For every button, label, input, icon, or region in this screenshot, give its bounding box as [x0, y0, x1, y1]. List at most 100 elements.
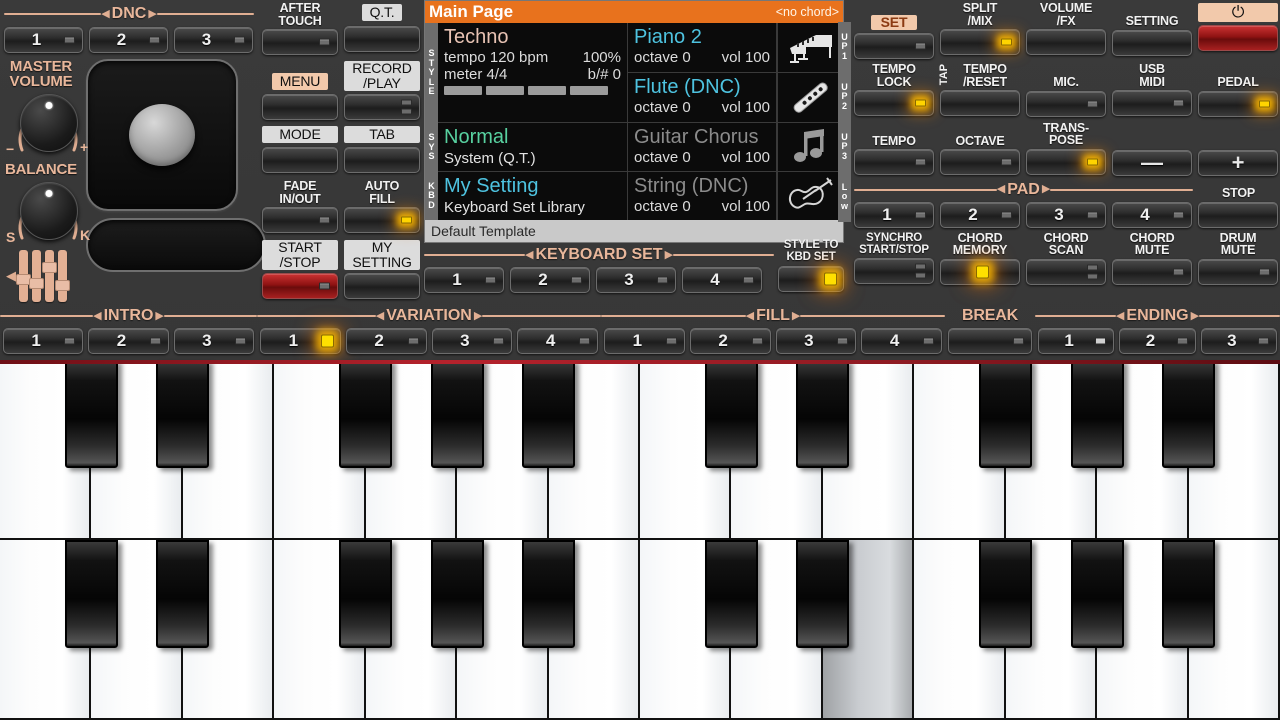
- start-stop-button[interactable]: [262, 273, 338, 299]
- intro-button-1[interactable]: 1: [3, 328, 84, 354]
- set-button[interactable]: [854, 33, 934, 59]
- black-key[interactable]: [64, 540, 118, 648]
- tab-button[interactable]: [344, 147, 420, 173]
- tap-tempo-reset-button[interactable]: [940, 90, 1020, 116]
- pad-button-3[interactable]: 3: [1026, 201, 1106, 228]
- fill-button-4[interactable]: 4: [861, 328, 942, 354]
- synchro-start-stop-button[interactable]: [854, 257, 934, 284]
- record-play-button[interactable]: [344, 94, 420, 120]
- chord-memory-button[interactable]: [940, 258, 1020, 285]
- black-key[interactable]: [979, 360, 1033, 468]
- keyboard-set-button-3[interactable]: 3: [596, 267, 676, 293]
- variation-button-1[interactable]: 1: [260, 328, 341, 354]
- keyboard-set-button-1[interactable]: 1: [424, 267, 504, 293]
- joystick-cap[interactable]: [129, 104, 195, 166]
- lcd-display[interactable]: Main Page <no chord> STYLE SYS KBD Techn…: [424, 0, 844, 243]
- my-setting-button[interactable]: [344, 273, 420, 299]
- octave-button[interactable]: [940, 149, 1020, 175]
- set-label: SET: [870, 15, 918, 30]
- black-key[interactable]: [796, 360, 850, 468]
- tempo-lock-button[interactable]: [854, 90, 934, 116]
- after-touch-button[interactable]: [262, 29, 338, 55]
- sys-cell[interactable]: Normal System (Q.T.): [438, 123, 628, 172]
- chord-mute-button[interactable]: [1112, 258, 1192, 285]
- black-key[interactable]: [430, 360, 484, 468]
- keyboard-row-upper[interactable]: [0, 360, 1280, 540]
- black-key[interactable]: [796, 540, 850, 648]
- transpose-button[interactable]: [1026, 148, 1106, 175]
- joystick[interactable]: [86, 59, 238, 211]
- power-button[interactable]: [1198, 25, 1278, 51]
- transpose-plus-button[interactable]: +: [1198, 149, 1278, 176]
- master-volume-knob[interactable]: − +: [4, 94, 88, 160]
- break-button[interactable]: [948, 328, 1032, 354]
- menu-button[interactable]: [262, 94, 338, 120]
- balance-knob[interactable]: S K: [4, 181, 90, 246]
- variation-button-4[interactable]: 4: [517, 328, 598, 354]
- variation-button-2[interactable]: 2: [345, 328, 427, 354]
- intro-button-3[interactable]: 3: [173, 328, 254, 354]
- dnc-button-3[interactable]: 3: [174, 27, 253, 53]
- black-key[interactable]: [1162, 540, 1216, 648]
- display-title-bar: Main Page <no chord>: [425, 1, 843, 23]
- part-row-up3[interactable]: Guitar Chorus octave 0 vol 100: [628, 123, 777, 172]
- split-mix-button[interactable]: [940, 29, 1020, 55]
- chord-scan-button[interactable]: [1026, 258, 1106, 285]
- part-row-up1[interactable]: Piano 2 octave 0 vol 100: [628, 23, 777, 73]
- pad-button-1[interactable]: 1: [854, 201, 934, 228]
- part-row-up2[interactable]: Flute (DNC) octave 0 vol 100: [628, 73, 777, 123]
- stop-button[interactable]: [1198, 201, 1278, 228]
- pedal-button[interactable]: [1198, 90, 1278, 117]
- style-cell[interactable]: Techno tempo 120 bpm 100% meter 4/4 b/# …: [438, 23, 628, 123]
- part-up2-name: Flute (DNC): [634, 76, 741, 98]
- black-key[interactable]: [704, 360, 758, 468]
- black-key[interactable]: [339, 540, 393, 648]
- style-to-kbd-set-button[interactable]: [778, 266, 844, 292]
- keyboard-set-button-2[interactable]: 2: [510, 267, 590, 293]
- black-key[interactable]: [430, 540, 484, 648]
- keyboard-set-button-3-led: [657, 276, 668, 284]
- black-key[interactable]: [522, 540, 576, 648]
- black-key[interactable]: [979, 540, 1033, 648]
- fill-button-3[interactable]: 3: [775, 328, 857, 354]
- mic-button[interactable]: [1026, 90, 1106, 117]
- ending-button-2[interactable]: 2: [1119, 328, 1196, 354]
- dnc-button-2-led: [149, 36, 160, 44]
- fill-button-1[interactable]: 1: [604, 328, 685, 354]
- black-key[interactable]: [1070, 540, 1124, 648]
- setting-button[interactable]: [1112, 29, 1192, 56]
- black-key[interactable]: [704, 540, 758, 648]
- right-row-5: SYNCHRO START/STOP CHORD MEMORY CHORD SC…: [854, 231, 1278, 285]
- black-key[interactable]: [522, 360, 576, 468]
- part-row-low[interactable]: String (DNC) octave 0 vol 100: [628, 172, 777, 220]
- ending-button-3[interactable]: 3: [1200, 328, 1277, 354]
- black-key[interactable]: [64, 360, 118, 468]
- usb-midi-button[interactable]: [1112, 90, 1192, 116]
- dnc-button-2[interactable]: 2: [89, 27, 168, 53]
- pad-button-4[interactable]: 4: [1112, 201, 1192, 228]
- black-key[interactable]: [156, 360, 210, 468]
- intro-button-2[interactable]: 2: [88, 328, 169, 354]
- black-key[interactable]: [156, 540, 210, 648]
- keyboard-set-button-4[interactable]: 4: [682, 267, 762, 293]
- tempo-button[interactable]: [854, 149, 934, 175]
- dnc-button-1[interactable]: 1: [4, 27, 83, 53]
- variation-button-3[interactable]: 3: [431, 328, 513, 354]
- ribbon-pad[interactable]: [86, 218, 266, 272]
- volume-fx-button[interactable]: [1026, 29, 1106, 55]
- keyboard-row-lower[interactable]: [0, 540, 1280, 720]
- black-key[interactable]: [1162, 360, 1216, 468]
- fill-button-2[interactable]: 2: [689, 328, 771, 354]
- fade-in-out-button[interactable]: [262, 207, 338, 233]
- drum-mute-button[interactable]: [1198, 258, 1278, 285]
- auto-fill-button[interactable]: [344, 207, 420, 233]
- transpose-minus-button[interactable]: —: [1112, 149, 1192, 176]
- kbd-cell[interactable]: My Setting Keyboard Set Library: [438, 172, 628, 220]
- mode-button[interactable]: [262, 147, 338, 173]
- black-key[interactable]: [339, 360, 393, 468]
- pad-button-2[interactable]: 2: [940, 201, 1020, 228]
- ending-button-1[interactable]: 1: [1038, 328, 1115, 354]
- qt-button[interactable]: [344, 26, 420, 52]
- black-key[interactable]: [1070, 360, 1124, 468]
- piano-keyboard[interactable]: [0, 360, 1280, 720]
